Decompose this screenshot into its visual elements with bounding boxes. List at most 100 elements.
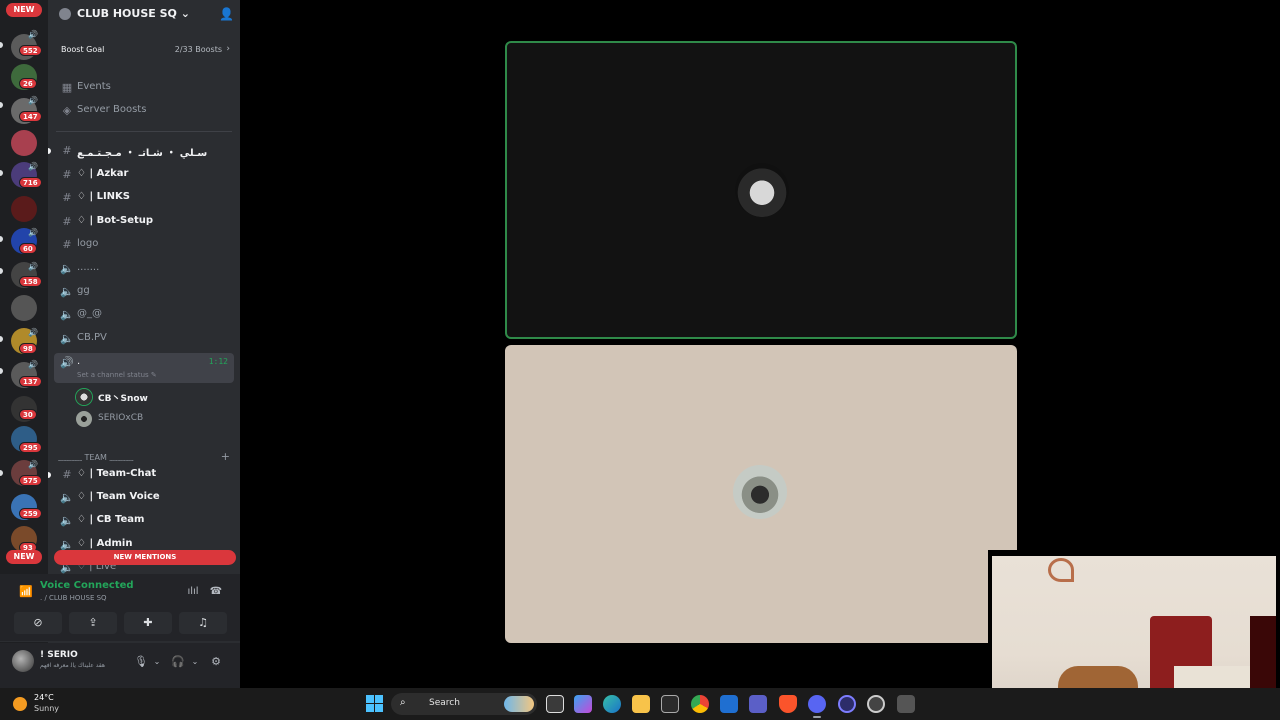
camera-off-button[interactable]: ⊘	[14, 612, 62, 634]
server-icon[interactable]	[11, 196, 37, 222]
new-unreads-pill-bottom[interactable]: NEW	[6, 550, 42, 564]
chevron-down-icon[interactable]: ⌄	[188, 655, 202, 669]
windows-logo-pane	[366, 704, 374, 712]
speaker-icon: 🔊	[28, 262, 38, 271]
gear-icon[interactable]: ⚙	[209, 655, 223, 669]
activities-button[interactable]: ✚	[124, 612, 172, 634]
headphones-icon[interactable]: 🎧	[171, 655, 185, 669]
teams-icon[interactable]	[749, 695, 767, 713]
speaker-icon: 🔈	[60, 285, 74, 298]
user-avatar[interactable]	[12, 650, 34, 672]
chevron-down-icon[interactable]: ⌄	[150, 655, 164, 669]
new-mentions-pill[interactable]: NEW MENTIONS	[54, 550, 236, 565]
outlook-icon[interactable]	[720, 695, 738, 713]
voice-channel-item[interactable]: 🔈 .......	[54, 259, 234, 279]
category-team[interactable]: ﹏﹏﹏ TEAM ﹏﹏﹏ +	[58, 450, 234, 464]
avatar	[76, 389, 92, 405]
unread-indicator	[0, 336, 3, 342]
settings-icon[interactable]	[897, 695, 915, 713]
channel-name: سـلي ・ شـاتـ ・ مـجـتـمـع	[77, 148, 208, 159]
mention-badge: 30	[19, 409, 37, 420]
speaker-icon: 🔈	[60, 308, 74, 321]
search-label: Search	[429, 698, 460, 708]
boost-gem-icon: ◈	[62, 104, 72, 117]
channel-item[interactable]: # ♢ | Team-Chat	[54, 465, 234, 485]
weather-condition[interactable]: Sunny	[34, 704, 59, 713]
set-channel-status[interactable]: Set a channel status ✎	[77, 371, 157, 379]
channel-item[interactable]: # logo	[54, 235, 234, 255]
server-icon[interactable]	[11, 130, 37, 156]
speaker-icon: 🔊	[28, 360, 38, 369]
noise-suppression-icon[interactable]: ılıl	[186, 585, 200, 599]
task-view-icon[interactable]	[546, 695, 564, 713]
copilot-icon[interactable]	[574, 695, 592, 713]
unread-indicator	[0, 368, 3, 374]
voice-tile-speaking[interactable]	[505, 41, 1017, 339]
chevron-down-icon: ⌄	[180, 7, 190, 20]
channel-item[interactable]: # سـلي ・ شـاتـ ・ مـجـتـمـع	[54, 141, 234, 161]
store-icon[interactable]	[661, 695, 679, 713]
search-highlight-image	[504, 696, 534, 712]
hash-icon: #	[62, 168, 72, 181]
boost-goal-bar[interactable]: Boost Goal 2/33 Boosts ›	[56, 40, 232, 60]
events-item[interactable]: ▦ Events	[54, 78, 234, 98]
speaker-icon: 🔈	[60, 514, 74, 527]
hash-icon: #	[62, 144, 72, 157]
boost-goal-label: Boost Goal	[61, 45, 105, 54]
mention-badge: 575	[19, 475, 42, 486]
discord-icon[interactable]	[808, 695, 826, 713]
signal-icon[interactable]: 📶	[18, 584, 34, 600]
channel-name: ♢ | CB Team	[77, 514, 145, 525]
username[interactable]: ! SERIO	[40, 650, 78, 660]
microphone-icon[interactable]: 🎙	[134, 655, 148, 669]
activities-icon: ✚	[143, 616, 153, 629]
invite-people-icon[interactable]: 👤	[219, 7, 234, 21]
create-channel-plus-icon[interactable]: +	[221, 450, 230, 463]
speaker-active-icon: 🔊	[60, 356, 74, 369]
start-button[interactable]	[366, 695, 383, 712]
voice-tile[interactable]	[505, 345, 1017, 643]
speaker-icon: 🔊	[28, 228, 38, 237]
taskbar-search[interactable]: ⌕ Search	[391, 693, 537, 715]
avatar	[76, 411, 92, 427]
server-boosts-item[interactable]: ◈ Server Boosts	[54, 101, 234, 121]
voice-connected-subtitle[interactable]: . / CLUB HOUSE SQ	[40, 594, 107, 602]
soundboard-button[interactable]: ♫	[179, 612, 227, 634]
channel-item[interactable]: # ♢ | Bot-Setup	[54, 212, 234, 232]
server-header[interactable]: CLUB HOUSE SQ ⌄ 👤	[48, 0, 240, 28]
server-icon[interactable]	[11, 295, 37, 321]
channel-name: ♢ | Bot-Setup	[77, 215, 154, 226]
voice-channel-item[interactable]: 🔈 gg	[54, 282, 234, 302]
voice-channel-item[interactable]: 🔈 CB.PV	[54, 329, 234, 349]
hash-icon: #	[62, 215, 72, 228]
unread-indicator	[0, 102, 3, 108]
mention-badge: 259	[19, 508, 42, 519]
screen-share-button[interactable]: ⇪	[69, 612, 117, 634]
chrome-icon[interactable]	[691, 695, 709, 713]
voice-member[interactable]: CB丶Snow	[76, 387, 226, 407]
channel-item[interactable]: # ♢ | Azkar	[54, 165, 234, 185]
app-icon[interactable]	[838, 695, 856, 713]
voice-channel-item[interactable]: 🔈 @_@	[54, 305, 234, 325]
unread-indicator	[0, 470, 3, 476]
voice-member[interactable]: SERIOxCB	[76, 409, 226, 429]
channel-item[interactable]: # ♢ | LINKS	[54, 188, 234, 208]
voice-connected-title[interactable]: Voice Connected	[40, 580, 134, 591]
participant-avatar	[733, 465, 787, 519]
disconnect-icon[interactable]: ☎	[209, 585, 223, 599]
boost-count: 2/33 Boosts	[174, 45, 222, 54]
sun-icon[interactable]	[13, 697, 27, 711]
active-app-indicator	[813, 716, 821, 718]
voice-channel-item[interactable]: 🔈 ♢ | Team Voice	[54, 488, 234, 508]
brave-icon[interactable]	[779, 695, 797, 713]
file-explorer-icon[interactable]	[632, 695, 650, 713]
hash-icon: #	[62, 468, 72, 481]
edge-icon[interactable]	[603, 695, 621, 713]
events-label: Events	[77, 81, 111, 92]
active-voice-channel[interactable]: 🔊 . 1:12 Set a channel status ✎	[54, 353, 234, 383]
voice-channel-item[interactable]: 🔈 ♢ | CB Team	[54, 511, 234, 531]
app-icon[interactable]	[867, 695, 885, 713]
new-unreads-pill-top[interactable]: NEW	[6, 3, 42, 17]
search-icon: ⌕	[400, 697, 406, 708]
weather-temp[interactable]: 24°C	[34, 693, 54, 702]
